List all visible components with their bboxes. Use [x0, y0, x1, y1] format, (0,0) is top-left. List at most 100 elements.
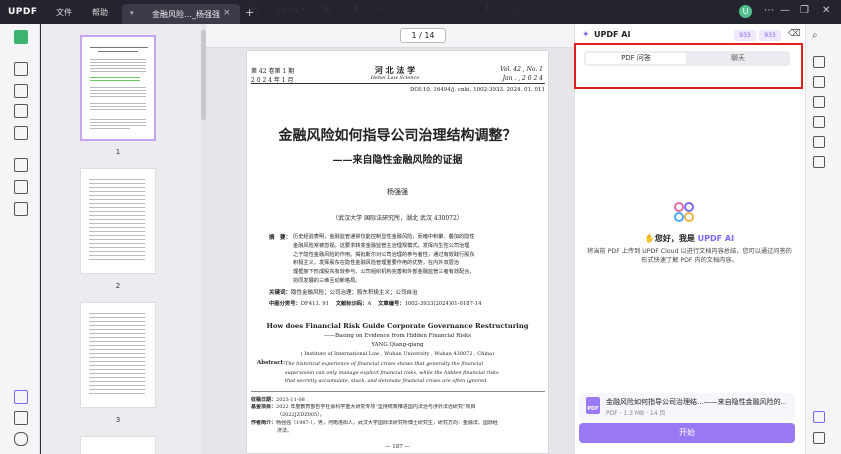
page-current: 1: [411, 31, 417, 40]
next-page-icon[interactable]: ⌄: [460, 6, 467, 15]
ai-logo-icon: ✦: [582, 30, 590, 40]
title-en: How does Financial Risk Guide Corporate …: [266, 322, 529, 330]
mail-icon[interactable]: [813, 136, 825, 148]
tab-title: 金融风险…_杨强强: [152, 10, 220, 19]
author-intro-label: 作者简介：: [251, 420, 277, 426]
zoom-dropdown-icon[interactable]: ▾: [302, 6, 306, 14]
abstract-en: The historical experience of financial c…: [285, 360, 541, 386]
document-tab[interactable]: ▾ 金融风险…_杨强强 ×: [122, 4, 240, 24]
tab-close-icon[interactable]: ×: [223, 8, 231, 18]
thumbnail-page-3[interactable]: [80, 302, 156, 408]
footnote-rule: [251, 391, 545, 392]
chat-bubble-icon[interactable]: [813, 432, 825, 444]
credit-badge-2[interactable]: 933: [759, 30, 781, 41]
zoom-out-icon[interactable]: ⊖: [250, 4, 258, 15]
author-intro-line: 杨强强（1987-），男，河南洛阳人，武汉大学国际法研究所博士研究生，研究方向：…: [276, 420, 498, 426]
subtitle-cn: ——来自隐性金融风险的证据: [332, 155, 463, 166]
ai-description-line-2: 形式快速了解 PDF 内的文档内容。: [641, 257, 738, 264]
abstract-line: 协同发展的三维互动新格局。: [293, 277, 361, 284]
abstract-label: 摘 要：: [269, 235, 292, 241]
header-vol-en: Vol. 42 , No. 1: [500, 66, 543, 73]
comment-bubble-icon[interactable]: ▭: [514, 4, 523, 14]
code-value: A: [367, 301, 372, 307]
comment-icon[interactable]: [14, 62, 28, 76]
header-rule: [251, 83, 545, 84]
ai-assistant-icon[interactable]: [813, 411, 825, 423]
combine-icon[interactable]: [14, 202, 28, 216]
ai-greeting-name: UPDF AI: [697, 234, 735, 243]
file-card-meta: PDF · 1.3 MB · 14 页: [606, 410, 666, 417]
abstract-en-line: supervision can only manage explicit fin…: [285, 369, 499, 376]
abstract-line: 金融风险常被忽视。这要求转变金融监管主治理规模式，发挥内生性公司治理: [293, 242, 470, 249]
save-icon[interactable]: [813, 156, 825, 168]
abstract-cn: 历史经验表明，金融监管通常仅能控制显性金融风险，而暗中积聚、叠加的隐性 金融风险…: [293, 233, 538, 286]
pdf-file-icon: PDF: [586, 397, 600, 414]
close-window-icon[interactable]: ✕: [822, 5, 830, 16]
updf-ai-flower-icon: [674, 202, 696, 224]
menu-help[interactable]: 帮助: [92, 7, 108, 18]
page-footer-number: — 187 —: [385, 444, 410, 450]
ocr-icon[interactable]: [813, 56, 825, 68]
bookmark-icon[interactable]: [14, 411, 28, 425]
tab-dropdown-icon[interactable]: ▾: [130, 9, 134, 17]
first-page-icon[interactable]: ⇞: [352, 4, 360, 14]
attachment-icon[interactable]: [14, 432, 28, 446]
class-label: 中图分类号：: [269, 301, 301, 307]
affiliation-cn: （武汉大学 国际法研究所，湖北 武汉 430072）: [332, 215, 463, 222]
code-label: 文献标识码：: [335, 301, 368, 307]
share-icon[interactable]: [813, 116, 825, 128]
notification-icon[interactable]: ⋯: [764, 5, 774, 16]
edit-pdf-icon[interactable]: [14, 84, 28, 98]
restore-icon[interactable]: ❐: [800, 5, 809, 16]
highlight-box: [574, 43, 803, 89]
organize-pages-icon[interactable]: [14, 126, 28, 140]
thumbnail-page-1[interactable]: [80, 35, 156, 141]
abstract-line: 积极主义，发挥股东在隐性金融风险管理重要作用的优势，在内外双层治: [293, 260, 460, 267]
title-cn: 金融风险如何指导公司治理结构调整？: [278, 128, 517, 144]
page-total: 14: [424, 31, 435, 40]
abstract-en-line: The historical experience of financial c…: [285, 361, 484, 367]
search-icon[interactable]: ⌕: [812, 30, 818, 41]
thumbnail-label-1: 1: [115, 148, 121, 156]
convert-icon[interactable]: [14, 158, 28, 172]
keywords-label: 关键词：: [269, 290, 292, 296]
credit-badge-1[interactable]: 933: [734, 30, 756, 41]
protect-icon[interactable]: [813, 96, 825, 108]
fund-label: 基金项目：: [251, 404, 277, 410]
article-value: 1002-3933(2024)01-0187-14: [404, 301, 482, 307]
page-number-input[interactable]: 1 / 14: [400, 28, 446, 43]
layers-icon[interactable]: [14, 390, 28, 404]
last-page-icon[interactable]: ⇟: [484, 4, 492, 14]
class-value: DF411. 91: [300, 301, 329, 307]
ai-greeting-prefix: 您好，我是: [654, 234, 698, 243]
thumbnail-page-4[interactable]: [80, 436, 156, 454]
thumbnail-label-3: 3: [115, 416, 121, 424]
view-toolbar: [206, 24, 574, 48]
fund-line: 2022 年度教育部哲学社会科学重大研究专项“坚持统筹推进国内法治与涉外法治研究…: [276, 404, 476, 410]
crop-icon[interactable]: [14, 180, 28, 194]
convert-pdf-icon[interactable]: [813, 76, 825, 88]
ai-panel-title: UPDF AI: [594, 30, 631, 39]
menu-file[interactable]: 文件: [56, 7, 72, 18]
right-toolbar: [805, 24, 841, 454]
header-volume: 第 42 卷第 1 期: [251, 68, 295, 75]
avatar[interactable]: U: [739, 5, 752, 18]
zoom-level[interactable]: 103%: [276, 6, 299, 15]
author-intro-line: 济法。: [277, 427, 293, 434]
minimize-icon[interactable]: —: [780, 5, 790, 16]
thumbnail-page-2[interactable]: [80, 168, 156, 274]
clear-chat-icon[interactable]: ⌫: [788, 29, 801, 39]
classification-line: 中图分类号：DF411. 91 文献标识码：A 文章编号：1002-3933(2…: [269, 299, 481, 307]
author-intro: 作者简介：杨强强（1987-），男，河南洛阳人，武汉大学国际法研究所博士研究生，…: [251, 420, 545, 435]
keywords-value: 隐性金融风险；公司治理；股东积极主义；公司自治: [291, 290, 418, 296]
received-value: 2023-11-08: [276, 397, 305, 403]
article-label: 文章编号：: [378, 301, 405, 307]
reader-icon[interactable]: [14, 30, 28, 44]
journal-name-en: Hebei Law Science: [370, 75, 420, 81]
start-button[interactable]: 开始: [579, 423, 795, 443]
form-icon[interactable]: [14, 104, 28, 118]
zoom-in-icon[interactable]: ⊕: [322, 4, 330, 15]
prev-page-icon[interactable]: ⌃: [378, 6, 385, 15]
abstract-en-line: that secretly accumulate, stack, and det…: [285, 378, 489, 384]
fund-info: 基金项目：2022 年度教育部哲学社会科学重大研究专项“坚持统筹推进国内法治与涉…: [251, 404, 545, 419]
